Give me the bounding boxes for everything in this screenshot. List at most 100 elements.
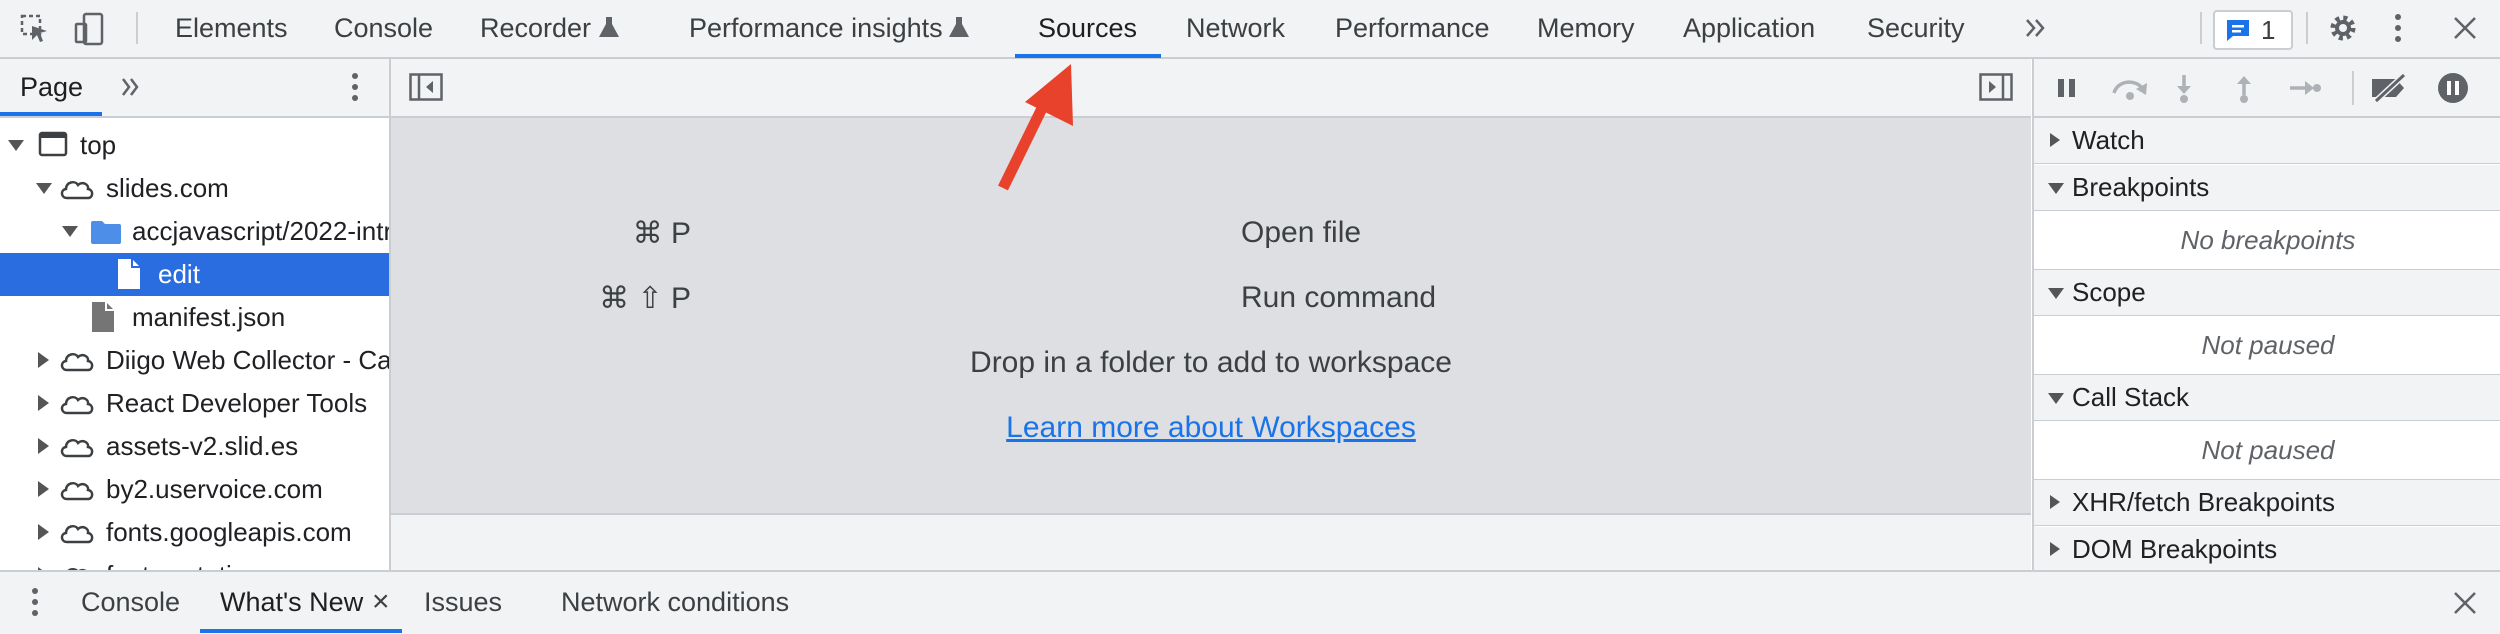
tree-item-diigo[interactable]: Diigo Web Collector - Capture <box>0 339 389 382</box>
expand-arrow-icon[interactable] <box>38 395 49 411</box>
expand-arrow-icon[interactable] <box>38 481 49 497</box>
active-tab-indicator <box>0 112 102 116</box>
breakpoints-empty: No breakpoints <box>2034 211 2500 270</box>
expand-arrow-icon[interactable] <box>38 524 49 540</box>
learn-more-workspaces-link[interactable]: Learn more about Workspaces <box>1006 411 1416 444</box>
expand-arrow-icon[interactable] <box>2050 133 2060 147</box>
section-title: XHR/fetch Breakpoints <box>2072 487 2336 517</box>
more-tabs-chevron-icon[interactable] <box>2024 16 2048 40</box>
step-over-icon[interactable] <box>2110 75 2150 101</box>
tree-item-label: Diigo Web Collector - Capture <box>106 345 389 375</box>
issues-counter-button[interactable]: 1 <box>2213 10 2293 50</box>
file-icon <box>116 258 142 290</box>
close-tab-button[interactable]: × <box>372 582 390 622</box>
expand-arrow-icon[interactable] <box>38 352 49 368</box>
close-icon[interactable] <box>2452 590 2478 616</box>
toggle-navigator-icon[interactable] <box>409 73 443 101</box>
tree-item-assets[interactable]: assets-v2.slid.es <box>0 425 389 468</box>
tab-network[interactable]: Network <box>1186 0 1285 57</box>
tree-item-manifest[interactable]: manifest.json <box>0 296 389 339</box>
collapse-arrow-icon[interactable] <box>2048 288 2064 299</box>
section-scope[interactable]: Scope <box>2034 270 2500 316</box>
collapse-arrow-icon[interactable] <box>2048 393 2064 404</box>
tree-item-edit[interactable]: edit <box>0 253 389 296</box>
main-toolbar: Elements Console Recorder Performance in… <box>0 0 2500 59</box>
drawer-tab-issues[interactable]: Issues <box>424 572 502 634</box>
cloud-icon <box>58 392 96 416</box>
tab-performance-insights[interactable]: Performance insights <box>689 0 943 57</box>
issues-count: 1 <box>2261 15 2276 45</box>
tab-memory[interactable]: Memory <box>1537 0 1635 57</box>
toggle-debugger-icon[interactable] <box>1979 73 2013 101</box>
step-icon[interactable] <box>2288 77 2322 99</box>
tab-elements[interactable]: Elements <box>175 0 288 57</box>
tab-security[interactable]: Security <box>1867 0 1965 57</box>
tab-page[interactable]: Page <box>20 59 83 116</box>
kebab-menu-icon[interactable] <box>350 72 360 102</box>
tab-sources[interactable]: Sources <box>1038 0 1137 57</box>
close-icon[interactable] <box>2452 15 2478 41</box>
section-dom-breakpoints[interactable]: DOM Breakpoints <box>2034 527 2500 570</box>
file-tree: top slides.com accjavascript/2022-intro … <box>0 118 391 570</box>
tree-item-label: by2.uservoice.com <box>106 474 323 504</box>
step-into-icon[interactable] <box>2172 73 2196 103</box>
drawer-tab-network-conditions[interactable]: Network conditions <box>561 572 789 634</box>
tree-item-uservoice[interactable]: by2.uservoice.com <box>0 468 389 511</box>
section-title: Breakpoints <box>2072 172 2210 202</box>
section-title: DOM Breakpoints <box>2072 534 2278 564</box>
tab-console[interactable]: Console <box>334 0 433 57</box>
navigator-header: Page <box>0 59 391 118</box>
tree-item-label: fonts.gstatic.com <box>106 554 301 570</box>
tab-label: Performance insights <box>689 13 943 43</box>
tree-item-label: slides.com <box>106 173 229 203</box>
tree-item-top[interactable]: top <box>0 124 389 167</box>
cloud-icon <box>58 349 96 373</box>
expand-arrow-icon[interactable] <box>2050 495 2060 509</box>
expand-arrow-icon[interactable] <box>8 140 24 151</box>
inspect-element-icon[interactable] <box>20 14 50 44</box>
learn-more-container: Learn more about Workspaces <box>391 411 2031 445</box>
debugger-toolbar <box>2032 59 2500 118</box>
tree-item-label: fonts.googleapis.com <box>106 517 352 547</box>
tree-item-label: accjavascript/2022-intro <box>132 216 389 246</box>
device-toolbar-icon[interactable] <box>74 12 106 46</box>
gear-icon[interactable] <box>2327 12 2359 44</box>
section-breakpoints[interactable]: Breakpoints <box>2034 165 2500 211</box>
shortcut-keys: ⌘ ⇧ P <box>599 282 691 315</box>
collapse-arrow-icon[interactable] <box>2048 183 2064 194</box>
tree-item-react-devtools[interactable]: React Developer Tools <box>0 382 389 425</box>
tab-application[interactable]: Application <box>1683 0 1815 57</box>
drawer-tab-whats-new[interactable]: What's New <box>220 572 363 634</box>
tree-item-gstatic[interactable]: fonts.gstatic.com <box>0 554 389 570</box>
section-watch[interactable]: Watch <box>2034 118 2500 164</box>
pause-on-exceptions-icon[interactable] <box>2436 71 2470 105</box>
deactivate-breakpoints-icon[interactable] <box>2370 73 2410 103</box>
section-title: Call Stack <box>2072 382 2190 412</box>
kebab-menu-icon[interactable] <box>2392 12 2404 44</box>
expand-arrow-icon[interactable] <box>2050 542 2060 556</box>
tab-performance[interactable]: Performance <box>1335 0 1490 57</box>
tree-item-googleapis[interactable]: fonts.googleapis.com <box>0 511 389 554</box>
drawer-tab-console[interactable]: Console <box>81 572 180 634</box>
expand-arrow-icon[interactable] <box>38 438 49 454</box>
section-xhr-breakpoints[interactable]: XHR/fetch Breakpoints <box>2034 480 2500 526</box>
tree-item-folder[interactable]: accjavascript/2022-intro <box>0 210 389 253</box>
shortcut-keys: ⌘ P <box>632 217 691 250</box>
section-call-stack[interactable]: Call Stack <box>2034 375 2500 421</box>
expand-arrow-icon[interactable] <box>36 183 52 194</box>
debugger-sidebar: Watch Breakpoints No breakpoints Scope N… <box>2032 118 2500 570</box>
drop-folder-hint: Drop in a folder to add to workspace <box>970 346 1452 379</box>
kebab-menu-icon[interactable] <box>30 586 40 618</box>
tree-item-slides-com[interactable]: slides.com <box>0 167 389 210</box>
editor-placeholder: ⌘ P Open file ⌘ ⇧ P Run command Drop in … <box>391 118 2031 513</box>
tree-item-label: top <box>80 130 117 160</box>
cloud-icon <box>58 521 96 545</box>
pause-icon[interactable] <box>2056 76 2078 100</box>
call-stack-status: Not paused <box>2034 421 2500 480</box>
section-title: Watch <box>2072 125 2145 155</box>
tab-recorder[interactable]: Recorder <box>480 0 591 57</box>
more-tabs-chevron-icon[interactable] <box>120 75 142 99</box>
step-out-icon[interactable] <box>2232 73 2256 103</box>
active-tab-indicator <box>200 629 402 633</box>
expand-arrow-icon[interactable] <box>62 226 78 237</box>
